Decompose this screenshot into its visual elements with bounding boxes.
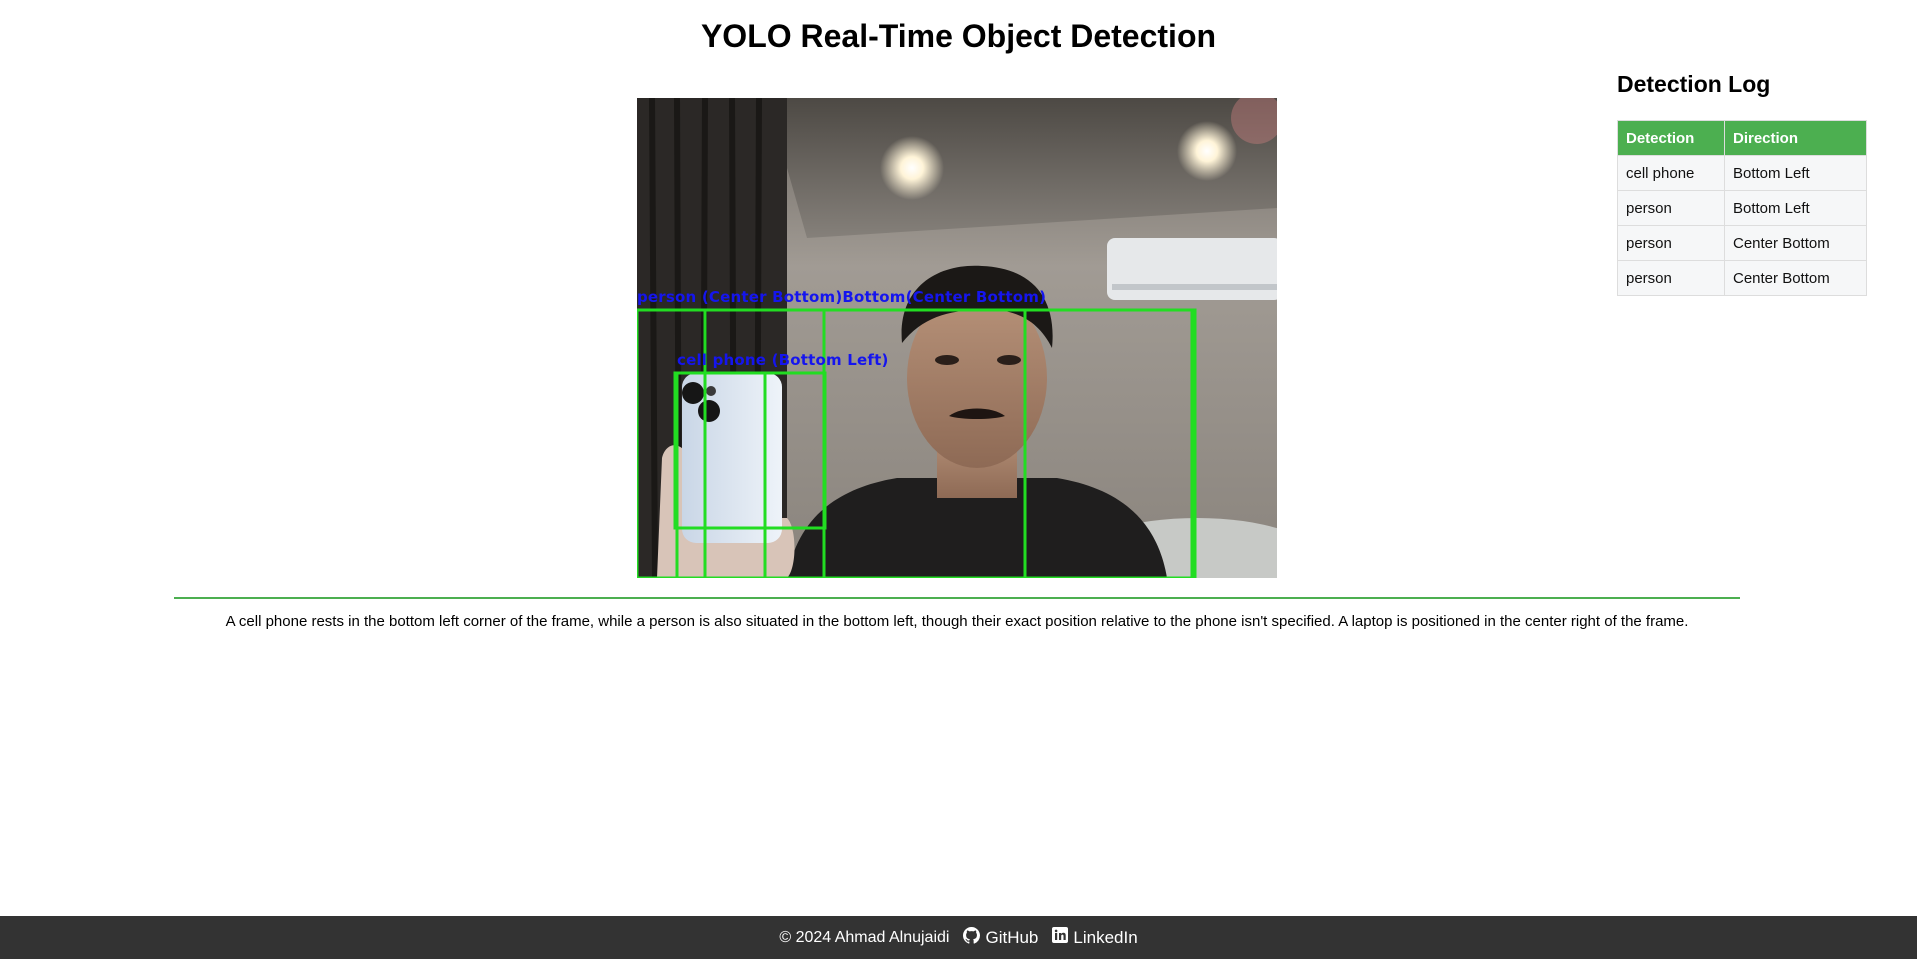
column-header-detection: Detection bbox=[1617, 120, 1725, 156]
detection-log-panel: Detection Log Detection Direction cell p… bbox=[1617, 68, 1867, 296]
github-link[interactable]: GitHub bbox=[963, 926, 1039, 949]
detection-log-table: Detection Direction cell phone Bottom Le… bbox=[1617, 120, 1867, 296]
github-icon bbox=[963, 926, 985, 949]
column-header-direction: Direction bbox=[1724, 120, 1867, 156]
scene-description: A cell phone rests in the bottom left co… bbox=[225, 613, 1689, 630]
github-label: GitHub bbox=[985, 927, 1039, 947]
video-feed: person (Center Bottom)Bottom(Center Bott… bbox=[637, 98, 1277, 578]
section-divider bbox=[174, 597, 1740, 599]
detection-cell: person bbox=[1617, 260, 1725, 296]
footer: © 2024 Ahmad Alnujaidi GitHub LinkedIn bbox=[0, 916, 1917, 959]
direction-cell: Center Bottom bbox=[1724, 225, 1867, 261]
linkedin-label: LinkedIn bbox=[1073, 927, 1138, 947]
table-row: person Center Bottom bbox=[1617, 225, 1867, 261]
table-row: person Bottom Left bbox=[1617, 190, 1867, 226]
detection-cell: person bbox=[1617, 190, 1725, 226]
detection-cell: person bbox=[1617, 225, 1725, 261]
linkedin-icon bbox=[1052, 927, 1073, 948]
detection-log-heading: Detection Log bbox=[1617, 71, 1771, 97]
detection-cell: cell phone bbox=[1617, 155, 1725, 191]
table-row: person Center Bottom bbox=[1617, 260, 1867, 296]
camera-frame-image bbox=[637, 98, 1277, 578]
linkedin-link[interactable]: LinkedIn bbox=[1052, 927, 1138, 948]
detection-label-cell-phone: cell phone (Bottom Left) bbox=[677, 351, 889, 369]
table-row: cell phone Bottom Left bbox=[1617, 155, 1867, 191]
direction-cell: Center Bottom bbox=[1724, 260, 1867, 296]
table-header-row: Detection Direction bbox=[1617, 120, 1867, 156]
direction-cell: Bottom Left bbox=[1724, 155, 1867, 191]
direction-cell: Bottom Left bbox=[1724, 190, 1867, 226]
detection-label-person: person (Center Bottom)Bottom(Center Bott… bbox=[637, 288, 1047, 306]
copyright-text: © 2024 Ahmad Alnujaidi bbox=[779, 928, 950, 946]
page: YOLO Real-Time Object Detection person (… bbox=[0, 0, 1917, 959]
page-title: YOLO Real-Time Object Detection bbox=[700, 18, 1217, 54]
